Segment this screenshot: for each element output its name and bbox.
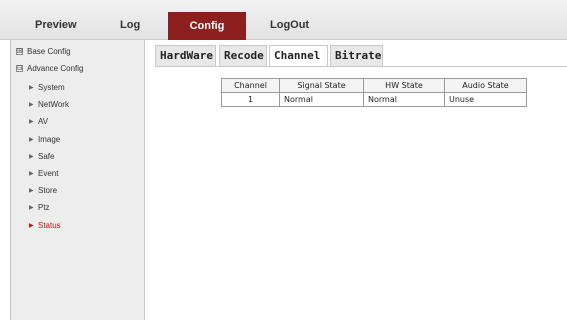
column-header-audio-state: Audio State — [444, 78, 527, 93]
sidebar-item-label: System — [38, 83, 65, 92]
nav-tab-config[interactable]: Config — [168, 12, 246, 40]
sidebar-group-label: Base Config — [27, 47, 71, 56]
sidebar-group-base-config[interactable]: ⊞ Base Config — [16, 46, 71, 58]
sidebar-item-status[interactable]: ▶ Status — [29, 220, 61, 232]
sidebar-item-label: Image — [38, 135, 61, 144]
sidebar-item-system[interactable]: ▶ System — [29, 82, 65, 94]
triangle-right-icon: ▶ — [29, 154, 34, 160]
nav-tab-log[interactable]: Log — [120, 11, 140, 39]
sidebar-item-store[interactable]: ▶ Store — [29, 185, 58, 197]
tab-channel[interactable]: Channel — [269, 45, 328, 67]
sidebar: ⊞ Base Config ⊟ Advance Config ▶ System … — [10, 40, 145, 320]
sidebar-group-label: Advance Config — [27, 64, 84, 73]
triangle-right-icon: ▶ — [29, 137, 34, 143]
column-header-signal-state: Signal State — [279, 78, 364, 93]
triangle-right-icon: ▶ — [29, 223, 34, 229]
sidebar-item-label: Safe — [38, 152, 55, 161]
tab-bitrate[interactable]: Bitrate — [330, 45, 383, 66]
cell-channel: 1 — [221, 92, 280, 107]
tab-divider — [155, 66, 567, 67]
sidebar-item-av[interactable]: ▶ AV — [29, 116, 49, 128]
tab-hardware[interactable]: HardWare — [155, 45, 216, 66]
column-header-hw-state: HW State — [363, 78, 445, 93]
top-nav-bar: Preview Log Config LogOut — [0, 0, 567, 40]
sidebar-item-image[interactable]: ▶ Image — [29, 134, 61, 146]
sidebar-item-label: Ptz — [38, 203, 50, 212]
nav-tab-logout[interactable]: LogOut — [270, 11, 309, 39]
table-header-row: Channel Signal State HW State Audio Stat… — [221, 78, 527, 93]
triangle-right-icon: ▶ — [29, 102, 34, 108]
expand-icon[interactable]: ⊞ — [16, 48, 23, 55]
channel-status-table: Channel Signal State HW State Audio Stat… — [221, 78, 527, 107]
cell-hw-state: Normal — [363, 92, 445, 107]
sidebar-item-label: NetWork — [38, 100, 69, 109]
triangle-right-icon: ▶ — [29, 171, 34, 177]
sidebar-item-network[interactable]: ▶ NetWork — [29, 99, 69, 111]
cell-audio-state: Unuse — [444, 92, 527, 107]
sidebar-item-label: Status — [38, 221, 61, 230]
tab-recode[interactable]: Recode — [219, 45, 267, 66]
cell-signal-state: Normal — [279, 92, 364, 107]
sidebar-item-label: Store — [38, 186, 58, 195]
sidebar-group-advance-config[interactable]: ⊟ Advance Config — [16, 63, 84, 75]
sidebar-item-event[interactable]: ▶ Event — [29, 168, 59, 180]
triangle-right-icon: ▶ — [29, 85, 34, 91]
table-row: 1 Normal Normal Unuse — [221, 92, 527, 107]
sidebar-item-safe[interactable]: ▶ Safe — [29, 151, 55, 163]
sidebar-item-label: Event — [38, 169, 59, 178]
collapse-icon[interactable]: ⊟ — [16, 65, 23, 72]
sidebar-item-ptz[interactable]: ▶ Ptz — [29, 202, 50, 214]
nav-tab-preview[interactable]: Preview — [35, 11, 77, 39]
triangle-right-icon: ▶ — [29, 205, 34, 211]
sidebar-item-label: AV — [38, 117, 49, 126]
triangle-right-icon: ▶ — [29, 188, 34, 194]
column-header-channel: Channel — [221, 78, 280, 93]
triangle-right-icon: ▶ — [29, 119, 34, 125]
